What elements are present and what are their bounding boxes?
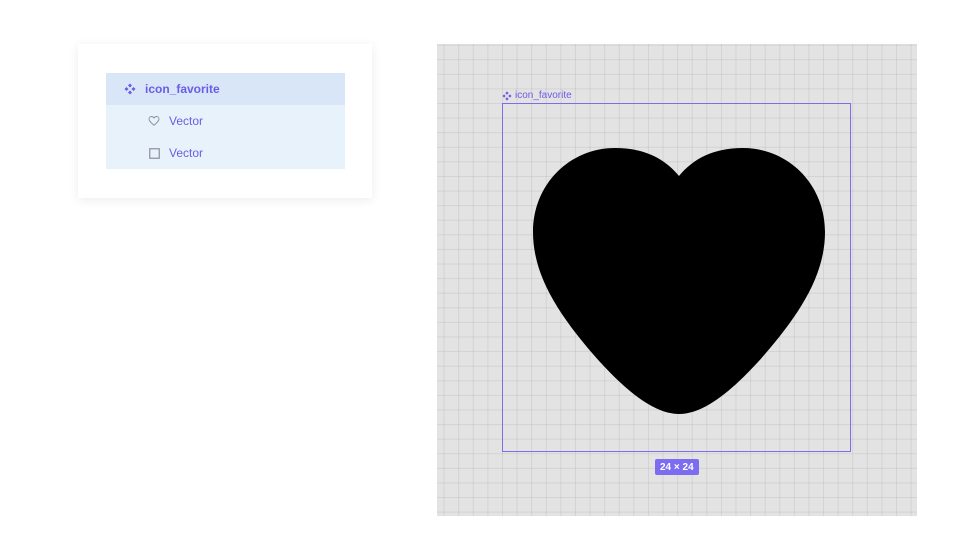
layer-label: icon_favorite: [145, 82, 220, 96]
layers-list: icon_favorite Vector Vector: [106, 73, 345, 169]
design-canvas[interactable]: icon_favorite 24 × 24: [437, 44, 917, 516]
icon-frame[interactable]: [502, 103, 851, 452]
layer-row-vector-heart[interactable]: Vector: [106, 105, 345, 137]
component-icon: [502, 90, 512, 101]
rectangle-icon: [147, 146, 161, 160]
heart-vector[interactable]: [503, 104, 850, 451]
layer-label: Vector: [169, 146, 204, 160]
component-icon: [123, 82, 137, 96]
layer-row-icon-favorite[interactable]: icon_favorite: [106, 73, 345, 105]
layer-label: Vector: [169, 114, 204, 128]
size-badge: 24 × 24: [655, 459, 699, 475]
frame-label[interactable]: icon_favorite: [502, 90, 572, 101]
frame-label-text: icon_favorite: [515, 90, 572, 101]
layer-row-vector-rect[interactable]: Vector: [106, 137, 345, 169]
layers-panel: icon_favorite Vector Vector: [78, 44, 372, 198]
heart-outline-icon: [147, 114, 161, 128]
